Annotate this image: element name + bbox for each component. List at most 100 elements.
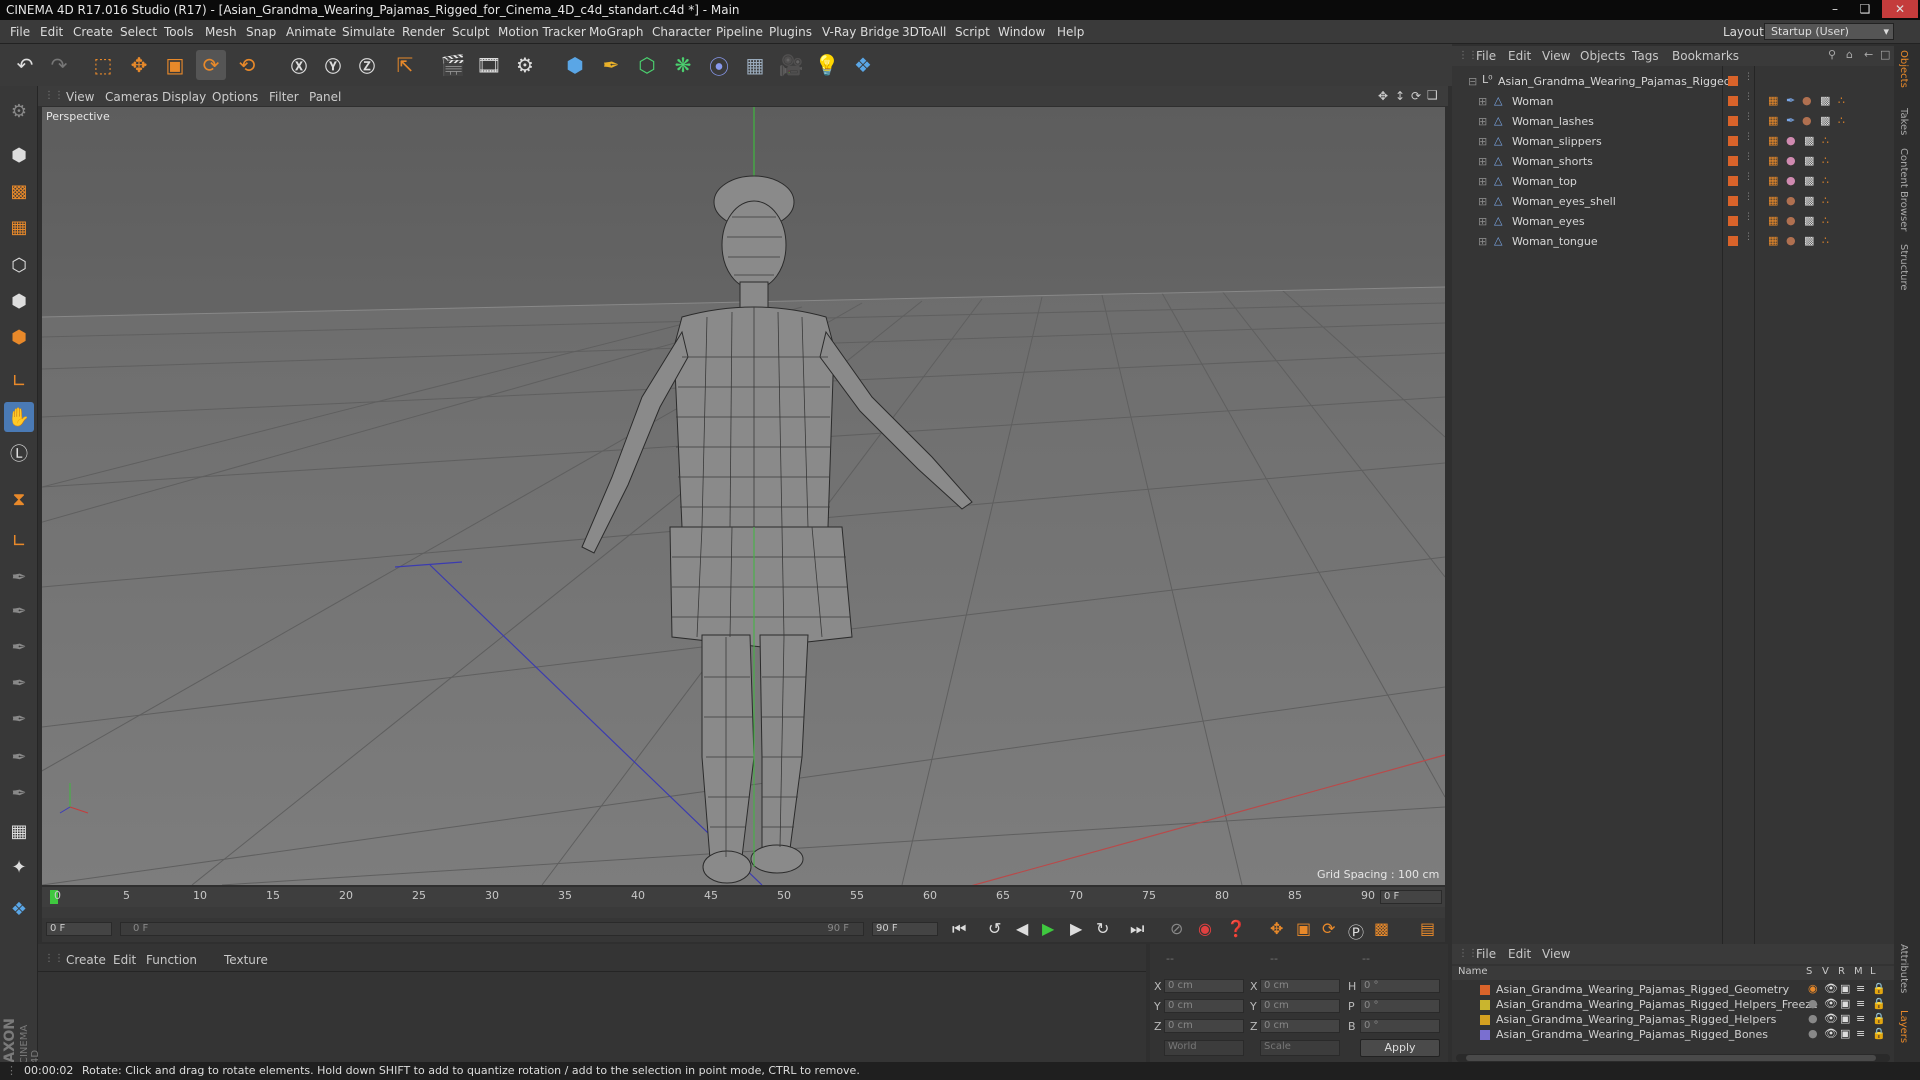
menu-tools[interactable]: Tools <box>164 25 194 39</box>
expand-icon[interactable]: ⊞ <box>1478 135 1487 148</box>
layer-name[interactable]: Asian_Grandma_Wearing_Pajamas_Rigged_Hel… <box>1496 998 1818 1011</box>
current-frame-field[interactable]: 0 F <box>46 922 112 936</box>
tab-objects[interactable]: Objects <box>1898 50 1909 88</box>
object-row[interactable]: ⊞ △ Woman_shorts ⋮ ▦ ● ▩ ∴ <box>1458 152 1888 172</box>
material-tag-icon[interactable]: ● <box>1786 234 1796 247</box>
visibility-dots-icon[interactable]: ⋮ <box>1744 172 1753 182</box>
tab-takes[interactable]: Takes <box>1898 108 1909 135</box>
lm-menu-edit[interactable]: Edit <box>1508 947 1531 961</box>
layer-color-swatch[interactable] <box>1728 156 1738 166</box>
lock-icon[interactable]: 🔒 <box>1872 997 1886 1010</box>
layer-color-swatch[interactable] <box>1728 196 1738 206</box>
tab-content-browser[interactable]: Content Browser <box>1898 148 1909 231</box>
x-axis-lock-icon[interactable]: Ⓧ <box>284 50 314 80</box>
edges-mode-icon[interactable]: ⬢ <box>4 286 34 316</box>
home-icon[interactable]: ⌂ <box>1846 48 1853 61</box>
object-name[interactable]: Woman_eyes <box>1512 215 1585 228</box>
workplane-icon[interactable]: ▦ <box>4 212 34 242</box>
phong-tag-icon[interactable]: ▦ <box>1768 214 1778 227</box>
layout-select[interactable]: Startup (User) ▾ <box>1764 23 1894 40</box>
render-picture-viewer-icon[interactable]: 🎞 <box>474 50 504 80</box>
object-name[interactable]: Woman <box>1512 95 1553 108</box>
visibility-dots-icon[interactable]: ⋮ <box>1744 112 1753 122</box>
visible-icon[interactable]: 👁 <box>1824 1012 1838 1025</box>
layer-color-swatch[interactable] <box>1480 1000 1490 1010</box>
sculpt-brush-icon[interactable]: ✒ <box>4 562 34 592</box>
object-name[interactable]: Woman_tongue <box>1512 235 1598 248</box>
weight-tag-icon[interactable]: ∴ <box>1822 234 1829 247</box>
visibility-dots-icon[interactable]: ⋮ <box>1744 132 1753 142</box>
points-mode-icon[interactable]: ⬡ <box>4 250 34 280</box>
viewport-menu-display[interactable]: Display <box>162 90 206 104</box>
object-row-root[interactable]: ⊟ L⁰ Asian_Grandma_Wearing_Pajamas_Rigge… <box>1458 72 1888 92</box>
expand-icon[interactable]: ⊞ <box>1478 115 1487 128</box>
object-name[interactable]: Woman_slippers <box>1512 135 1602 148</box>
uvw-tag-icon[interactable]: ▩ <box>1804 134 1814 147</box>
material-menu-create[interactable]: Create <box>66 953 106 967</box>
layer-name[interactable]: Asian_Grandma_Wearing_Pajamas_Rigged_Hel… <box>1496 1013 1776 1026</box>
expand-icon[interactable]: ⊞ <box>1478 95 1487 108</box>
solo-icon[interactable]: ● <box>1808 1012 1818 1025</box>
key-parameter-icon[interactable]: Ⓟ <box>1348 919 1364 943</box>
loop-icon[interactable]: ↻ <box>1096 919 1109 938</box>
pen-spline-icon[interactable]: ✒ <box>596 50 626 80</box>
object-name[interactable]: Woman_shorts <box>1512 155 1593 168</box>
expand-icon[interactable]: ⊞ <box>1478 235 1487 248</box>
expand-icon[interactable]: ⊞ <box>1478 155 1487 168</box>
layer-color-swatch[interactable] <box>1480 985 1490 995</box>
viewport-menu-panel[interactable]: Panel <box>309 90 341 104</box>
move-icon[interactable]: ✥ <box>124 50 154 80</box>
sculpt-pull-icon[interactable]: ✒ <box>4 596 34 626</box>
keyframe-selection-icon[interactable]: ❓ <box>1226 919 1246 938</box>
layer-color-swatch[interactable] <box>1728 236 1738 246</box>
tab-layers[interactable]: Layers <box>1898 1010 1909 1043</box>
menu-3dtoall[interactable]: 3DToAll <box>902 25 946 39</box>
lm-menu-view[interactable]: View <box>1542 947 1570 961</box>
layer-name[interactable]: Asian_Grandma_Wearing_Pajamas_Rigged_Geo… <box>1496 983 1789 996</box>
visibility-dots-icon[interactable]: ⋮ <box>1744 212 1753 222</box>
subdivision-icon[interactable]: ⬡ <box>632 50 662 80</box>
column-solo-header[interactable]: S <box>1806 966 1812 977</box>
live-selection-icon[interactable]: ⬚ <box>88 50 118 80</box>
position-z-field[interactable]: 0 cm <box>1164 1019 1244 1033</box>
snap-icon[interactable]: Ⓛ <box>4 438 34 468</box>
visible-icon[interactable]: 👁 <box>1824 1027 1838 1040</box>
menu-file[interactable]: File <box>10 25 30 39</box>
layer-color-swatch[interactable] <box>1728 216 1738 226</box>
lock-icon[interactable]: 🔒 <box>1872 1012 1886 1025</box>
size-z-field[interactable]: 0 cm <box>1260 1019 1340 1033</box>
solo-icon[interactable]: ● <box>1808 997 1818 1010</box>
size-x-field[interactable]: 0 cm <box>1260 979 1340 993</box>
phong-tag-icon[interactable]: ▦ <box>1768 234 1778 247</box>
column-view-header[interactable]: V <box>1822 966 1829 977</box>
magnet-icon[interactable]: ⧗ <box>4 484 34 514</box>
apply-button[interactable]: Apply <box>1360 1039 1440 1057</box>
floor-icon[interactable]: ▦ <box>740 50 770 80</box>
material-tag-icon[interactable]: ● <box>1786 194 1796 207</box>
visibility-dots-icon[interactable]: ⋮ <box>1744 92 1753 102</box>
object-row[interactable]: ⊞ △ Woman ⋮ ▦ ✒ ● ▩ ∴ <box>1458 92 1888 112</box>
recent-tool-icon[interactable]: ⟲ <box>232 50 262 80</box>
phong-tag-icon[interactable]: ▦ <box>1768 134 1778 147</box>
material-manager[interactable]: ⋮⋮ Create Edit Function Texture <box>38 944 1146 1066</box>
sculpt-grab-icon[interactable]: ✒ <box>4 742 34 772</box>
column-manager-header[interactable]: M <box>1854 966 1863 977</box>
scale-icon[interactable]: ▣ <box>160 50 190 80</box>
visible-icon[interactable]: 👁 <box>1824 982 1838 995</box>
object-name[interactable]: Woman_top <box>1512 175 1577 188</box>
undo-icon[interactable]: ↶ <box>10 50 40 80</box>
lm-menu-file[interactable]: File <box>1476 947 1496 961</box>
position-y-field[interactable]: 0 cm <box>1164 999 1244 1013</box>
column-locked-header[interactable]: L <box>1870 966 1876 977</box>
render-view-icon[interactable]: 🎬 <box>438 50 468 80</box>
layer-color-swatch[interactable] <box>1728 96 1738 106</box>
viewport-menu-cameras[interactable]: Cameras <box>105 90 158 104</box>
object-name[interactable]: Woman_lashes <box>1512 115 1594 128</box>
layer-color-swatch[interactable] <box>1480 1015 1490 1025</box>
size-y-field[interactable]: 0 cm <box>1260 999 1340 1013</box>
new-manager-icon[interactable]: □ <box>1880 48 1890 61</box>
uvw-tag-icon[interactable]: ▩ <box>1820 114 1830 127</box>
maximize-icon[interactable]: ❑ <box>1850 0 1880 18</box>
redo-icon[interactable]: ↷ <box>44 50 74 80</box>
go-to-end-icon[interactable]: ⏭ <box>1130 919 1144 939</box>
